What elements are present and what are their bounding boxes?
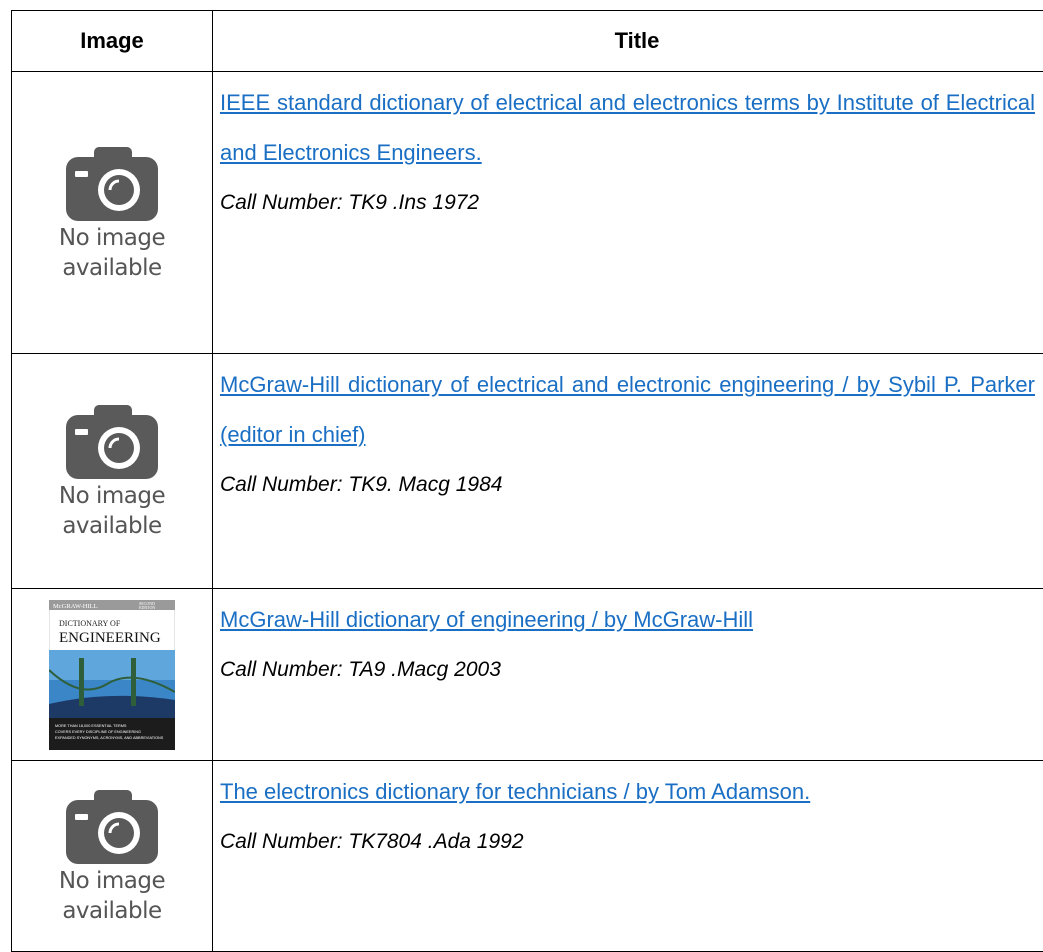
cover-blurb-line3: EXPANDED SYNONYMS, ACRONYMS, AND ABBREVI… xyxy=(55,736,164,740)
no-image-placeholder: No image available xyxy=(42,786,182,926)
camera-icon xyxy=(64,401,160,481)
image-cell: No image available xyxy=(12,354,213,589)
book-cover-image[interactable]: McGRAW-HILL SECOND EDITION DICTIONARY OF… xyxy=(49,600,175,750)
no-image-caption-line1: No image xyxy=(42,866,182,896)
call-number: Call Number: TK9 .Ins 1972 xyxy=(220,178,1043,228)
book-title-link[interactable]: IEEE standard dictionary of electrical a… xyxy=(220,78,1043,178)
image-cell: McGRAW-HILL SECOND EDITION DICTIONARY OF… xyxy=(12,589,213,761)
cover-publisher: McGRAW-HILL xyxy=(53,603,98,610)
call-number: Call Number: TK9. Macg 1984 xyxy=(220,460,1043,510)
no-image-caption-line2: available xyxy=(42,511,182,541)
book-title-link[interactable]: McGraw-Hill dictionary of electrical and… xyxy=(220,360,1043,460)
image-cell: No image available xyxy=(12,761,213,952)
book-list-table: Image Title No image available IEEE stan… xyxy=(11,10,1043,952)
table-row: No image available McGraw-Hill dictionar… xyxy=(12,354,1043,589)
call-number: Call Number: TA9 .Macg 2003 xyxy=(220,645,1043,695)
book-title-link[interactable]: The electronics dictionary for technicia… xyxy=(220,767,1043,817)
no-image-placeholder: No image available xyxy=(42,143,182,283)
column-header-image: Image xyxy=(12,11,213,72)
table-row: McGRAW-HILL SECOND EDITION DICTIONARY OF… xyxy=(12,589,1043,761)
cover-title-line2: ENGINEERING xyxy=(59,630,161,646)
cover-blurb-line2: COVERS EVERY DISCIPLINE OF ENGINEERING xyxy=(55,730,141,734)
no-image-caption-line2: available xyxy=(42,253,182,283)
title-cell: McGraw-Hill dictionary of electrical and… xyxy=(213,354,1043,589)
table-header-row: Image Title xyxy=(12,11,1043,72)
no-image-caption-line1: No image xyxy=(42,481,182,511)
camera-icon xyxy=(64,786,160,866)
image-cell: No image available xyxy=(12,72,213,354)
book-title-link[interactable]: McGraw-Hill dictionary of engineering / … xyxy=(220,595,1043,645)
camera-icon xyxy=(64,143,160,223)
cover-title-line1: DICTIONARY OF xyxy=(59,619,121,628)
table-row: No image available The electronics dicti… xyxy=(12,761,1043,952)
cover-blurb-line1: MORE THAN 18,000 ESSENTIAL TERMS xyxy=(55,724,127,728)
table-row: No image available IEEE standard diction… xyxy=(12,72,1043,354)
title-cell: IEEE standard dictionary of electrical a… xyxy=(213,72,1043,354)
no-image-caption-line1: No image xyxy=(42,223,182,253)
no-image-caption-line2: available xyxy=(42,896,182,926)
title-cell: The electronics dictionary for technicia… xyxy=(213,761,1043,952)
column-header-title: Title xyxy=(213,11,1043,72)
no-image-placeholder: No image available xyxy=(42,401,182,541)
call-number: Call Number: TK7804 .Ada 1992 xyxy=(220,817,1043,867)
cover-edition-line2: EDITION xyxy=(139,605,155,610)
title-cell: McGraw-Hill dictionary of engineering / … xyxy=(213,589,1043,761)
